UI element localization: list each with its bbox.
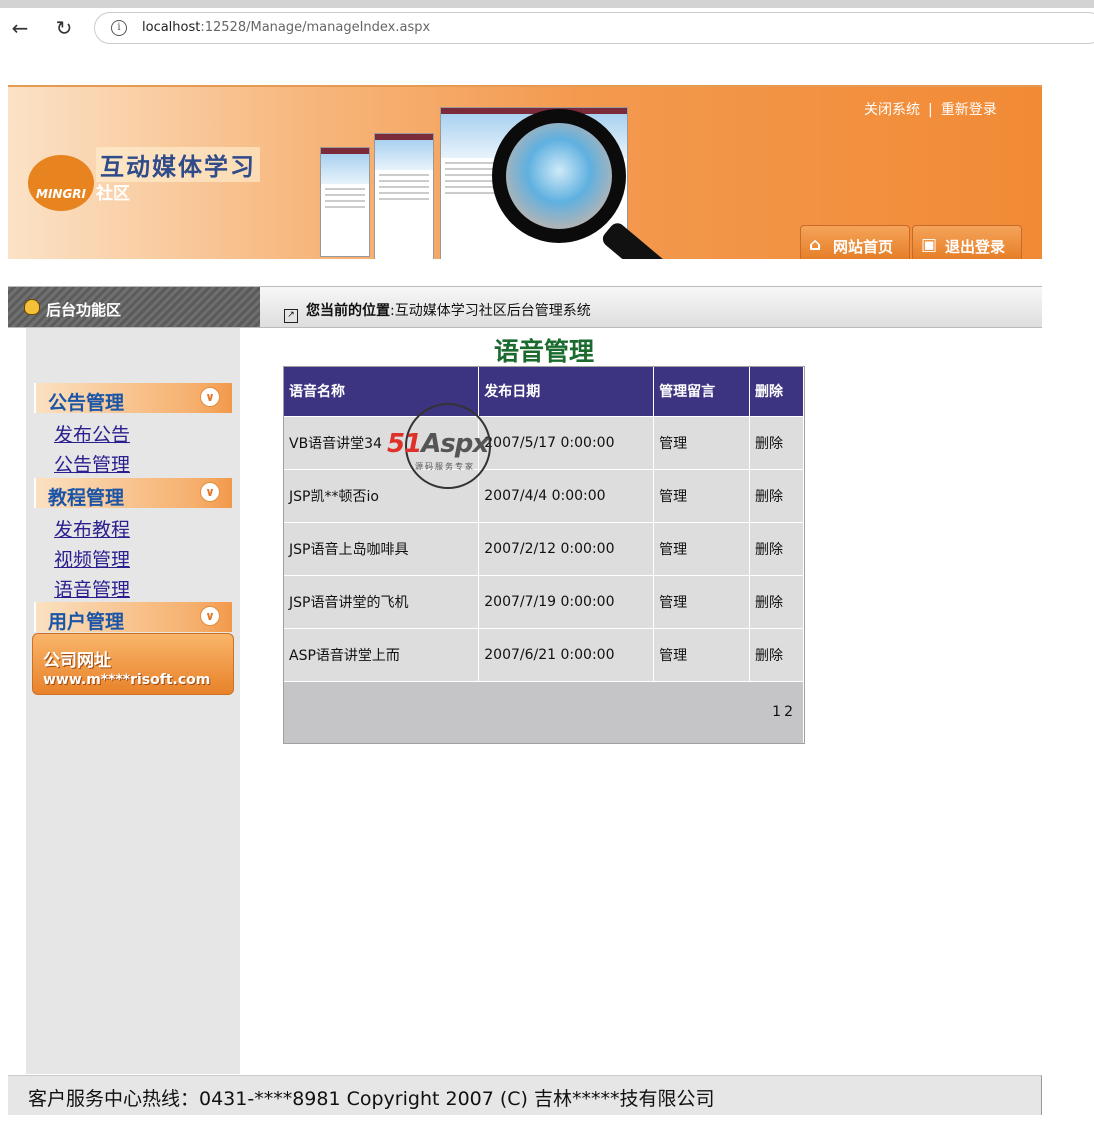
sidebar-item-publish-announcement[interactable]: 发布公告 [54, 420, 130, 447]
cell-date: 2007/7/19 0:00:00 [478, 574, 655, 628]
watermark-brand-gray: Aspx [421, 429, 489, 459]
manage-link[interactable]: 管理 [653, 521, 751, 575]
home-button-label: 网站首页 [833, 238, 894, 256]
delete-link[interactable]: 删除 [749, 415, 804, 469]
cell-date: 2007/6/21 0:00:00 [478, 627, 655, 681]
menu-group-users[interactable]: 用户管理 ∨ [34, 602, 232, 633]
table-row: ASP语音讲堂上而 2007/6/21 0:00:00 管理 删除 [284, 627, 804, 681]
location-label: 您当前的位置 [306, 303, 390, 319]
browser-tab-strip [0, 0, 1094, 8]
back-arrow-icon[interactable]: ← [8, 16, 32, 40]
chevron-down-icon[interactable]: ∨ [200, 482, 220, 502]
manage-link[interactable]: 管理 [653, 574, 751, 628]
function-area-header: 后台功能区 [8, 287, 260, 327]
site-name: 互动媒体学习 [96, 147, 260, 182]
cell-name: JSP语音上岛咖啡具 [284, 521, 480, 575]
position-bar: 后台功能区 ↗ 您当前的位置:互动媒体学习社区后台管理系统 [8, 286, 1042, 328]
pager-row: 12 [284, 680, 804, 743]
menu-group-title: 公告管理 [48, 392, 125, 414]
page-link-2[interactable]: 2 [784, 704, 793, 720]
page-link-1[interactable]: 1 [772, 704, 781, 720]
manage-link[interactable]: 管理 [653, 415, 751, 469]
location-icon: ↗ [284, 309, 298, 323]
menu-group-tutorials[interactable]: 教程管理 ∨ [34, 478, 232, 509]
cell-name: JSP语音讲堂的飞机 [284, 574, 480, 628]
banner-screenshot-1 [320, 147, 370, 257]
watermark-sub: 源码服务专家 [415, 462, 475, 471]
location-value: 互动媒体学习社区后台管理系统 [394, 303, 591, 319]
watermark-logo: 51Aspx 源码服务专家 [385, 403, 509, 495]
logout-icon: ▣ [921, 235, 938, 255]
sidebar-item-video-manage[interactable]: 视频管理 [54, 545, 130, 572]
table-row: JSP凯**顿否io 2007/4/4 0:00:00 管理 删除 [284, 468, 804, 522]
delete-link[interactable]: 删除 [749, 521, 804, 575]
browser-navbar: ← ↻ i localhost:12528/Manage/manageIndex… [0, 8, 1094, 48]
column-header-delete: 删除 [749, 367, 804, 416]
pager: 12 [284, 680, 804, 743]
menu-group-title: 用户管理 [48, 611, 125, 633]
lightbulb-icon [24, 299, 40, 315]
company-url: www.m****risoft.com [43, 672, 211, 688]
table-row: VB语音讲堂34 2007/5/17 0:00:00 管理 删除 [284, 415, 804, 469]
current-location: ↗ 您当前的位置:互动媒体学习社区后台管理系统 [284, 300, 591, 323]
delete-link[interactable]: 删除 [749, 468, 804, 522]
sidebar-item-announcement-manage[interactable]: 公告管理 [54, 450, 130, 477]
sidebar-item-audio-manage[interactable]: 语音管理 [54, 575, 130, 602]
sidebar-item-publish-tutorial[interactable]: 发布教程 [54, 515, 130, 542]
logout-button[interactable]: ▣ 退出登录 [912, 225, 1022, 259]
site-info-icon[interactable]: i [111, 20, 127, 36]
manage-link[interactable]: 管理 [653, 627, 751, 681]
footer-text: 客户服务中心热线：0431-****8981 Copyright 2007 (C… [28, 1088, 715, 1110]
address-bar[interactable]: i localhost:12528/Manage/manageIndex.asp… [94, 12, 1094, 44]
watermark-brand-red: 51 [387, 429, 422, 459]
column-header-manage: 管理留言 [653, 367, 751, 416]
link-separator: | [928, 102, 933, 118]
menu-group-title: 教程管理 [48, 487, 125, 509]
table-row: JSP语音讲堂的飞机 2007/7/19 0:00:00 管理 删除 [284, 574, 804, 628]
address-text: localhost:12528/Manage/manageIndex.aspx [142, 20, 431, 35]
banner-screenshot-2 [374, 133, 434, 259]
watermark-brand: 51Aspx [387, 429, 489, 459]
delete-link[interactable]: 删除 [749, 627, 804, 681]
menu-group-announcements[interactable]: 公告管理 ∨ [34, 383, 232, 414]
sidebar: 公告管理 ∨ 发布公告 公告管理 教程管理 ∨ 发布教程 视频管理 语音管理 用… [26, 328, 240, 1074]
logo-icon [28, 155, 94, 211]
site-banner: MINGRI 互动媒体学习 社区 关闭系统 | 重新登录 ⌂ 网站首页 ▣ 退出登录 [8, 85, 1042, 259]
company-url-title: 公司网址 [43, 651, 111, 671]
site-subtitle: 社区 [96, 184, 130, 204]
chevron-down-icon[interactable]: ∨ [200, 387, 220, 407]
reload-icon[interactable]: ↻ [52, 16, 76, 40]
manage-link[interactable]: 管理 [653, 468, 751, 522]
footer: 客户服务中心热线：0431-****8981 Copyright 2007 (C… [8, 1075, 1042, 1115]
table-header-row: 语音名称 发布日期 管理留言 删除 [284, 367, 804, 416]
home-icon: ⌂ [809, 235, 822, 255]
top-links: 关闭系统 | 重新登录 [864, 99, 997, 119]
cell-date: 2007/2/12 0:00:00 [478, 521, 655, 575]
audio-table: 语音名称 发布日期 管理留言 删除 VB语音讲堂34 2007/5/17 0:0… [283, 366, 805, 744]
logo-text: MINGRI [36, 187, 87, 201]
delete-link[interactable]: 删除 [749, 574, 804, 628]
page-title: 语音管理 [493, 337, 594, 366]
chevron-down-icon[interactable]: ∨ [200, 606, 220, 626]
relogin-link[interactable]: 重新登录 [941, 102, 997, 118]
cell-name: ASP语音讲堂上而 [284, 627, 480, 681]
magnifier-icon [492, 109, 626, 243]
function-area-label: 后台功能区 [46, 301, 122, 319]
close-system-link[interactable]: 关闭系统 [864, 102, 920, 118]
logout-button-label: 退出登录 [945, 238, 1006, 256]
company-url-box[interactable]: 公司网址 www.m****risoft.com [32, 633, 234, 695]
home-button[interactable]: ⌂ 网站首页 [800, 225, 910, 259]
table-row: JSP语音上岛咖啡具 2007/2/12 0:00:00 管理 删除 [284, 521, 804, 575]
